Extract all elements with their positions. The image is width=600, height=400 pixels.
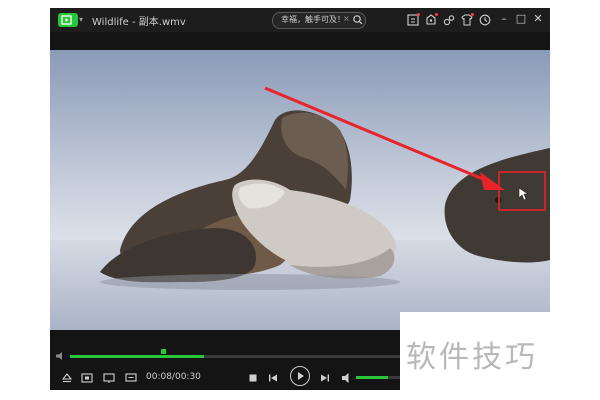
- video-frame[interactable]: [50, 50, 550, 330]
- search-input[interactable]: 幸福，触手可及！: [281, 14, 343, 25]
- search-clear-icon[interactable]: ×: [343, 14, 350, 23]
- watermark-text: 软件技巧: [406, 340, 538, 375]
- window-title: Wildlife - 副本.wmv: [92, 17, 186, 28]
- search-box[interactable]: 幸福，触手可及！ ×: [272, 12, 366, 29]
- search-icon[interactable]: [352, 14, 364, 26]
- eject-icon[interactable]: [60, 371, 74, 385]
- volume-slider[interactable]: [356, 376, 400, 379]
- speaker-small-icon[interactable]: [55, 351, 67, 361]
- minimize-button[interactable]: –: [497, 12, 511, 26]
- play-button[interactable]: [290, 366, 310, 386]
- danmaku-icon[interactable]: [124, 371, 138, 385]
- progress-fill: [70, 355, 205, 358]
- close-button[interactable]: ✕: [531, 12, 545, 26]
- progress-marker[interactable]: [161, 349, 166, 354]
- effects-icon[interactable]: [442, 13, 456, 27]
- history-icon[interactable]: [478, 13, 492, 27]
- app-logo-icon[interactable]: [58, 13, 78, 27]
- volume-icon[interactable]: [340, 371, 354, 385]
- notification-dot: [417, 13, 420, 16]
- app-menu-caret-icon[interactable]: ▾: [79, 15, 83, 24]
- play-icon: [298, 372, 304, 380]
- title-bar: ▾ Wildlife - 副本.wmv 幸福，触手可及！ × – □ ✕: [50, 8, 550, 32]
- screenshot-icon[interactable]: [80, 371, 94, 385]
- next-icon[interactable]: [318, 371, 332, 385]
- volume-fill: [356, 376, 388, 379]
- maximize-button[interactable]: □: [514, 12, 528, 26]
- time-display: 00:08/00:30: [146, 372, 201, 382]
- watermark: 软件技巧: [400, 312, 560, 400]
- stop-icon[interactable]: [246, 371, 260, 385]
- notification-dot: [471, 13, 474, 16]
- previous-icon[interactable]: [266, 371, 280, 385]
- subtitle-icon[interactable]: [102, 371, 116, 385]
- notification-dot: [435, 13, 438, 16]
